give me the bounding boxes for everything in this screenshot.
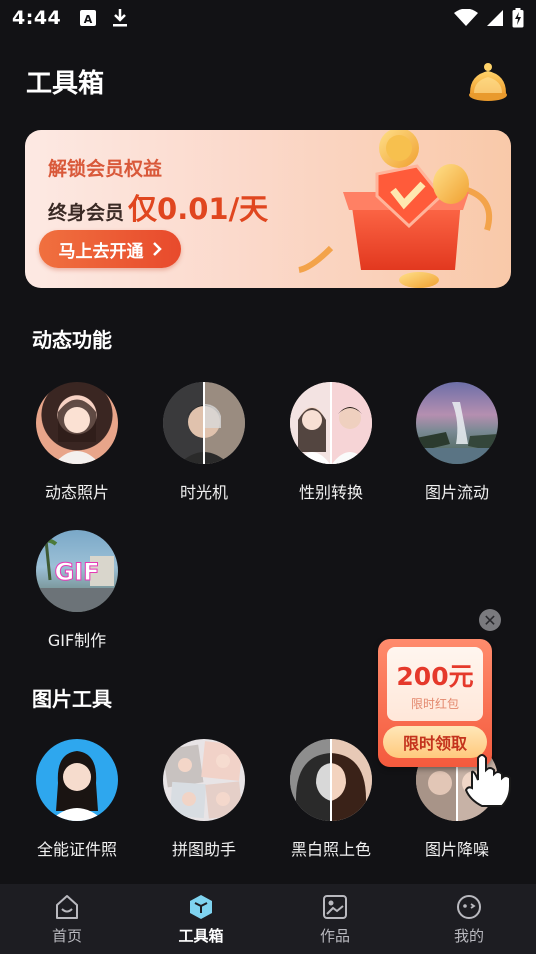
page-title: 工具箱 xyxy=(26,68,105,99)
promo-close-button[interactable]: ✕ xyxy=(479,609,501,631)
tool-id-photo[interactable]: 全能证件照 xyxy=(22,739,132,860)
tool-label: 拼图助手 xyxy=(171,840,236,859)
tool-label: 黑白照上色 xyxy=(290,840,371,859)
status-bar: 4:44 A xyxy=(0,0,536,36)
gift-box-illustration xyxy=(298,130,493,288)
tool-collage[interactable]: 拼图助手 xyxy=(149,739,259,860)
tool-label: 时光机 xyxy=(179,483,228,502)
colorize-thumbnail xyxy=(290,739,372,821)
id-photo-thumbnail xyxy=(36,739,118,821)
section-title-dynamic: 动态功能 xyxy=(32,328,112,352)
crown-icon[interactable] xyxy=(466,59,510,103)
tool-image-flow[interactable]: 图片流动 xyxy=(402,382,512,503)
gallery-icon xyxy=(323,894,347,919)
red-packet-promo[interactable]: 200元 限时红包 限时领取 xyxy=(378,639,492,767)
promo-subtitle: 限时红包 xyxy=(410,696,459,711)
nav-label: 工具箱 xyxy=(178,926,224,945)
battery-icon xyxy=(512,8,524,28)
toolbox-icon xyxy=(190,894,212,919)
activate-vip-label: 马上去开通 xyxy=(58,241,144,262)
dynamic-photo-thumbnail xyxy=(36,382,118,464)
nav-home[interactable]: 首页 xyxy=(0,884,134,954)
header: 工具箱 xyxy=(0,56,536,106)
tool-label: 动态照片 xyxy=(44,483,109,502)
svg-text:A: A xyxy=(84,13,93,26)
nav-toolbox[interactable]: 工具箱 xyxy=(134,884,268,954)
gif-text: GIF xyxy=(54,558,99,586)
bottom-nav: 首页 工具箱 作品 我的 xyxy=(0,884,536,954)
nav-profile[interactable]: 我的 xyxy=(402,884,536,954)
status-time: 4:44 xyxy=(12,7,62,29)
tool-gif-maker[interactable]: GIF GIF制作 xyxy=(22,530,132,651)
activate-vip-button[interactable]: 马上去开通 xyxy=(39,230,181,268)
nav-label: 作品 xyxy=(319,926,350,945)
tool-label: 图片降噪 xyxy=(424,840,489,859)
download-icon xyxy=(113,9,128,27)
banner-price-prefix: 终身会员 xyxy=(48,202,125,224)
tool-label: GIF制作 xyxy=(47,631,107,650)
banner-price-line: 终身会员 仅0.01/天 xyxy=(48,186,268,228)
keyboard-notification-icon: A xyxy=(80,10,97,26)
profile-icon xyxy=(457,894,481,919)
nav-label: 首页 xyxy=(51,926,82,945)
nav-label: 我的 xyxy=(453,926,484,945)
gif-maker-thumbnail: GIF xyxy=(36,530,118,612)
tool-gender-swap[interactable]: 性别转换 xyxy=(276,382,386,503)
gender-swap-thumbnail xyxy=(290,382,372,464)
section-title-image-tools: 图片工具 xyxy=(32,687,112,711)
home-icon xyxy=(56,894,78,919)
tool-label: 性别转换 xyxy=(298,483,363,502)
pointing-hand-icon xyxy=(464,754,511,807)
tool-colorize[interactable]: 黑白照上色 xyxy=(276,739,386,860)
collage-thumbnail xyxy=(163,739,245,821)
image-flow-thumbnail xyxy=(416,382,498,464)
tool-label: 全能证件照 xyxy=(36,840,117,859)
banner-headline: 解锁会员权益 xyxy=(48,158,163,180)
banner-price: 仅0.01/天 xyxy=(128,192,269,226)
chevron-right-icon xyxy=(152,242,162,256)
time-machine-thumbnail xyxy=(163,382,245,464)
close-icon: ✕ xyxy=(483,610,497,630)
tool-time-machine[interactable]: 时光机 xyxy=(149,382,259,503)
vip-banner[interactable]: 解锁会员权益 终身会员 仅0.01/天 马上去开通 xyxy=(25,130,511,288)
signal-icon xyxy=(487,10,503,26)
wifi-icon xyxy=(454,9,478,26)
tool-dynamic-photo[interactable]: 动态照片 xyxy=(22,382,132,503)
promo-amount: 200元 xyxy=(396,661,474,691)
nav-works[interactable]: 作品 xyxy=(268,884,402,954)
tool-label: 图片流动 xyxy=(424,483,489,502)
